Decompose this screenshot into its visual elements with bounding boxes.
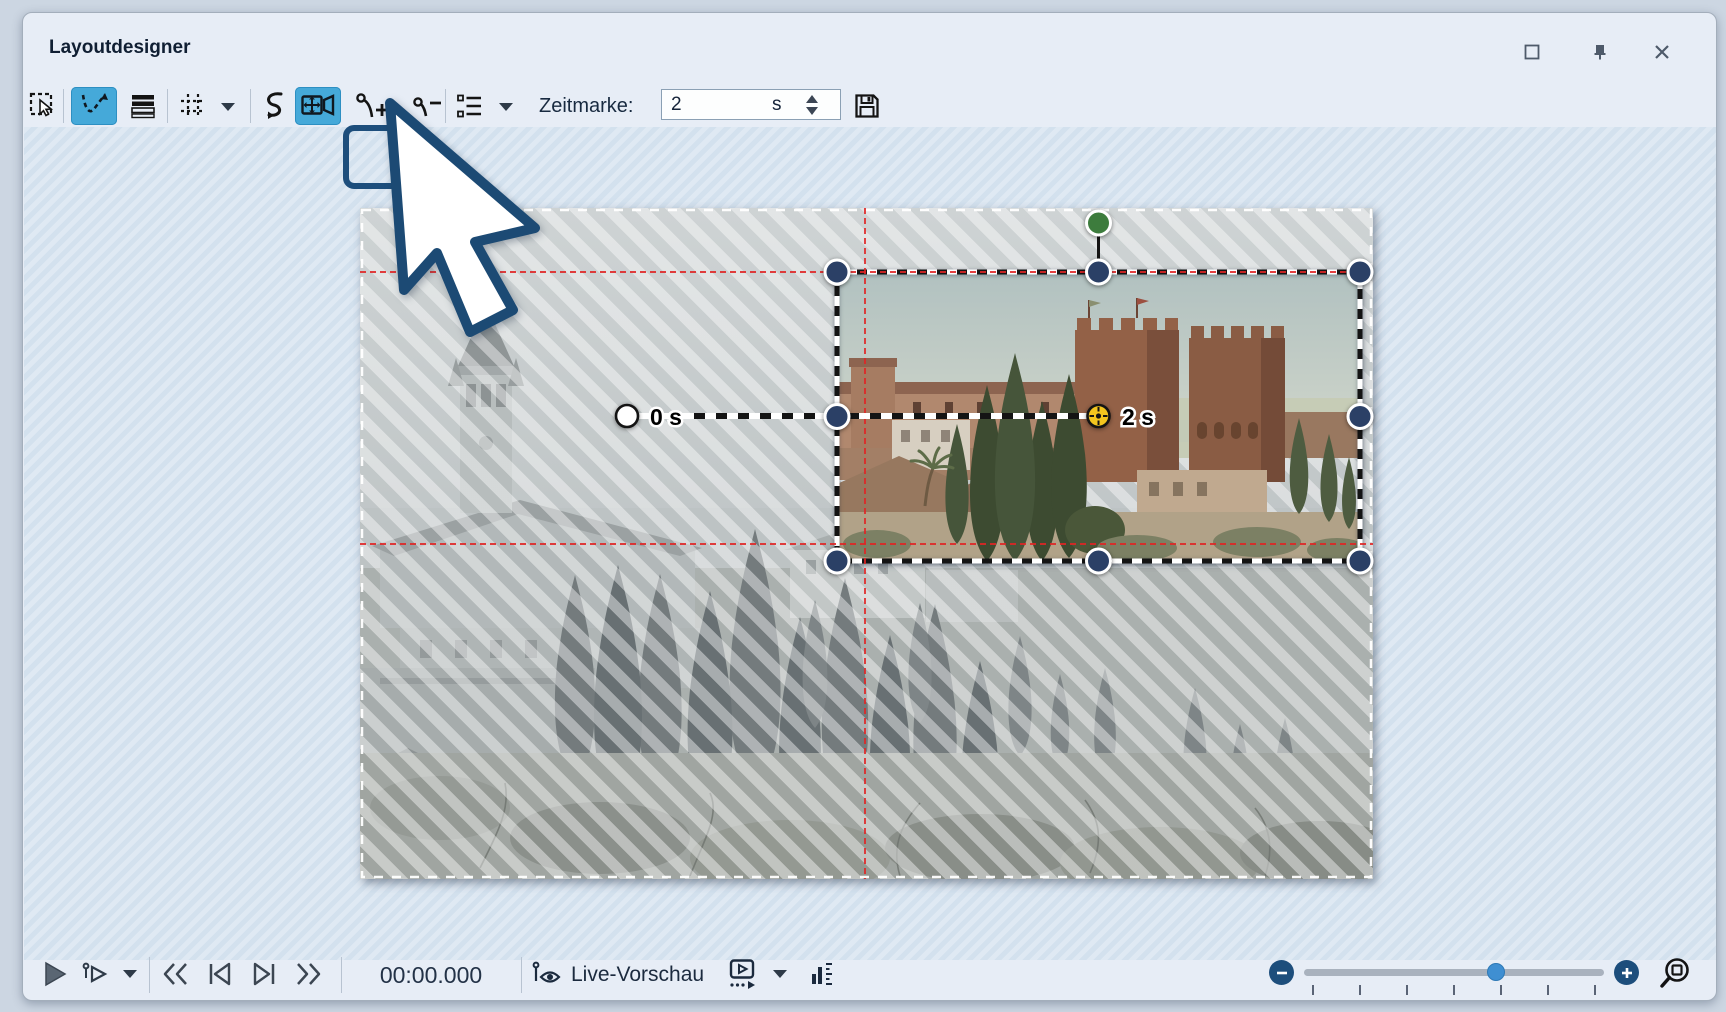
smooth-curve-button[interactable] [257,87,293,125]
timeline-scale-icon [808,960,836,988]
zoom-out-button[interactable] [1269,960,1294,985]
transport-bar: 00:00.000 Live-Vorschau [23,951,1716,1001]
motion-path-check-icon [77,90,111,122]
next-keyframe-icon [250,960,278,988]
smooth-curve-icon [259,90,291,122]
preview-mode-button[interactable] [725,957,759,991]
next-keyframe-button[interactable] [247,957,281,991]
handle-middle-right[interactable] [1348,405,1372,429]
remove-keyframe-button[interactable] [409,87,445,125]
toolbar-separator [63,89,64,123]
grid-button[interactable] [175,87,211,125]
zoom-slider-ticks [1304,983,1606,997]
zeitmarke-unit: s [772,94,800,116]
grid-icon [178,91,208,121]
handle-top-right[interactable] [1348,260,1372,284]
time-display: 00:00.000 [361,962,501,989]
zoom-in-button[interactable] [1614,960,1639,985]
select-tool-button[interactable] [25,87,61,125]
keyframe-list-dropdown[interactable] [498,99,514,117]
skip-to-start-button[interactable] [159,957,193,991]
spinner-up-icon [806,95,818,103]
main-toolbar: Zeitmarke: s [23,73,1716,127]
rotation-handle[interactable] [1087,211,1111,235]
live-preview-icon [531,959,565,989]
keyframe-label-2s: 2 s [1122,404,1154,430]
chevron-down-icon [772,969,788,979]
minus-icon [1275,966,1289,980]
plus-icon [1620,966,1634,980]
previous-keyframe-button[interactable] [203,957,237,991]
play-options-dropdown[interactable] [119,957,141,991]
skip-to-end-icon [293,960,323,988]
camera-pan-icon [300,91,336,121]
transport-separator [341,957,342,993]
toolbar-separator [250,89,251,123]
titlebar: Layoutdesigner [23,13,1716,69]
chevron-down-icon [122,969,138,979]
previous-keyframe-icon [206,960,234,988]
toolbar-separator [445,89,446,123]
zeitmarke-input[interactable] [662,94,772,116]
pin-button[interactable] [1587,40,1613,64]
slide-canvas[interactable]: 0 s 2 s [360,208,1373,879]
keyframe-marker-2s[interactable] [1088,405,1110,427]
transport-separator [149,957,150,993]
zoom-fit-button[interactable] [1657,957,1691,991]
keyframe-list-icon [454,91,484,121]
layoutdesigner-window: Layoutdesigner [22,12,1717,1001]
handle-top-center[interactable] [1087,260,1111,284]
maximize-icon [1523,43,1541,61]
play-button[interactable] [37,957,71,991]
workspace: 0 s 2 s [24,127,1717,960]
handle-top-left[interactable] [825,260,849,284]
layers-button[interactable] [125,87,161,125]
play-from-timemark-icon [81,960,111,988]
zeitmarke-field: s [661,89,841,120]
handle-bottom-right[interactable] [1348,549,1372,573]
add-keyframe-button[interactable] [353,87,389,125]
play-from-timemark-button[interactable] [79,957,113,991]
preview-mode-dropdown[interactable] [769,957,791,991]
live-preview-toggle[interactable] [531,957,565,991]
add-keyframe-icon [353,90,389,122]
save-keyframes-button[interactable] [849,87,885,125]
canvas-overlay: 0 s 2 s [360,208,1373,879]
chevron-down-icon [498,102,514,112]
handle-bottom-center[interactable] [1087,549,1111,573]
camera-pan-button[interactable] [295,87,341,125]
preview-mode-icon [725,958,759,990]
skip-to-start-icon [161,960,191,988]
layers-icon [128,91,158,121]
keyframe-list-button[interactable] [451,87,487,125]
chevron-down-icon [220,102,236,112]
zoom-slider-track[interactable] [1304,969,1604,976]
live-preview-label: Live-Vorschau [571,963,704,987]
timeline-scale-button[interactable] [805,957,839,991]
skip-to-end-button[interactable] [291,957,325,991]
transport-separator [521,957,522,993]
handle-middle-left[interactable] [825,405,849,429]
spinner-down-icon [806,107,818,115]
zeitmarke-label: Zeitmarke: [539,95,633,118]
close-button[interactable] [1649,40,1675,64]
close-icon [1653,43,1671,61]
zoom-fit-icon [1657,956,1691,992]
edit-motion-path-button[interactable] [71,87,117,125]
toolbar-separator [167,89,168,123]
keyframe-marker-0s[interactable] [616,405,638,427]
grid-dropdown[interactable] [220,99,236,117]
maximize-button[interactable] [1519,40,1545,64]
zoom-slider-thumb[interactable] [1487,963,1505,981]
zeitmarke-spinner[interactable] [800,90,824,119]
play-icon [40,960,68,988]
pin-icon [1591,43,1609,61]
save-icon [852,91,882,121]
remove-keyframe-icon [410,91,444,121]
window-title: Layoutdesigner [49,37,190,59]
select-tool-icon [28,91,58,121]
handle-bottom-left[interactable] [825,549,849,573]
keyframe-label-0s: 0 s [650,404,682,430]
